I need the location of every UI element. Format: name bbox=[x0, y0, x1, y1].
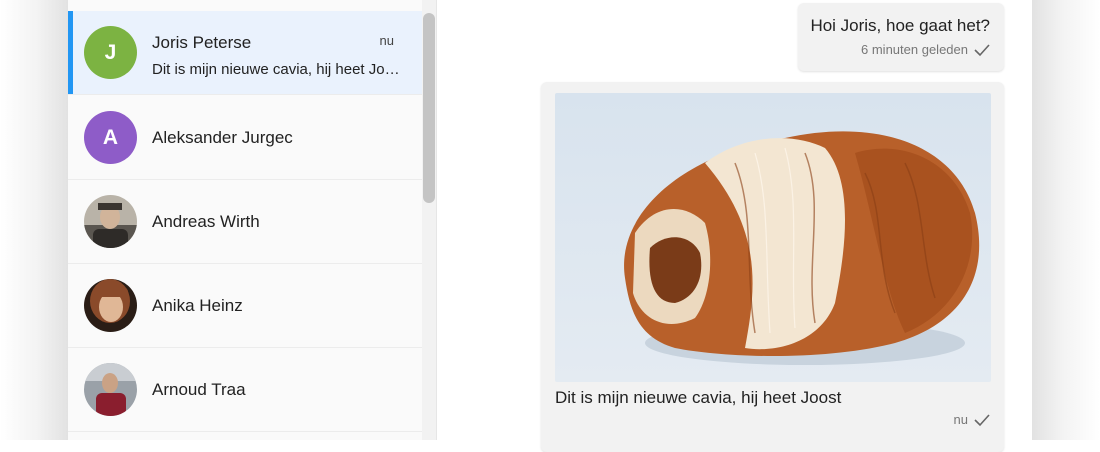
image-caption: Dit is mijn nieuwe cavia, hij heet Joost bbox=[555, 388, 842, 407]
conversation-item-aleksander-jurgec[interactable]: A Aleksander Jurgec bbox=[68, 96, 422, 180]
message-meta: 6 minuten geleden bbox=[861, 42, 990, 57]
conversation-list: J Joris Peterse nu Dit is mijn nieuwe ca… bbox=[68, 0, 437, 440]
chat-area: Hoi Joris, hoe gaat het? 6 minuten geled… bbox=[437, 0, 1032, 452]
user-photo-icon bbox=[84, 195, 137, 248]
contact-name: Aleksander Jurgec bbox=[152, 128, 293, 147]
avatar: A bbox=[84, 111, 137, 164]
message-bubble-image: Dit is mijn nieuwe cavia, hij heet Joost… bbox=[541, 82, 1004, 452]
message-bubble-outgoing: Hoi Joris, hoe gaat het? 6 minuten geled… bbox=[798, 3, 1004, 71]
check-icon bbox=[974, 413, 990, 426]
scrollbar-thumb[interactable] bbox=[423, 13, 435, 203]
avatar-initial: J bbox=[104, 40, 117, 64]
contact-name: Andreas Wirth bbox=[152, 212, 260, 231]
scrollbar[interactable] bbox=[422, 0, 436, 440]
user-photo-icon bbox=[84, 279, 137, 332]
user-photo-icon bbox=[84, 363, 137, 416]
contact-name: Anika Heinz bbox=[152, 296, 243, 315]
check-icon bbox=[974, 43, 990, 56]
message-time: nu bbox=[953, 412, 968, 427]
message-time: nu bbox=[379, 33, 394, 48]
message-meta: nu bbox=[954, 412, 990, 427]
contact-name: Joris Peterse bbox=[152, 33, 252, 52]
contact-name: Arnoud Traa bbox=[152, 380, 246, 399]
conversation-item-arnoud-traa[interactable]: Arnoud Traa bbox=[68, 348, 422, 432]
conversation-item-andreas-wirth[interactable]: Andreas Wirth bbox=[68, 180, 422, 264]
message-time: 6 minuten geleden bbox=[861, 42, 968, 57]
conversation-item-joris-peterse[interactable]: J Joris Peterse nu Dit is mijn nieuwe ca… bbox=[68, 11, 422, 95]
window-shadow-right bbox=[1032, 0, 1100, 440]
window-shadow-left bbox=[0, 0, 68, 440]
message-preview: Dit is mijn nieuwe cavia, hij heet Joost bbox=[152, 61, 400, 78]
conversation-item-anika-heinz[interactable]: Anika Heinz bbox=[68, 264, 422, 348]
avatar: J bbox=[84, 26, 137, 79]
guinea-pig-photo[interactable] bbox=[555, 93, 991, 382]
message-text: Hoi Joris, hoe gaat het? bbox=[810, 16, 990, 35]
avatar-initial: A bbox=[102, 125, 119, 149]
